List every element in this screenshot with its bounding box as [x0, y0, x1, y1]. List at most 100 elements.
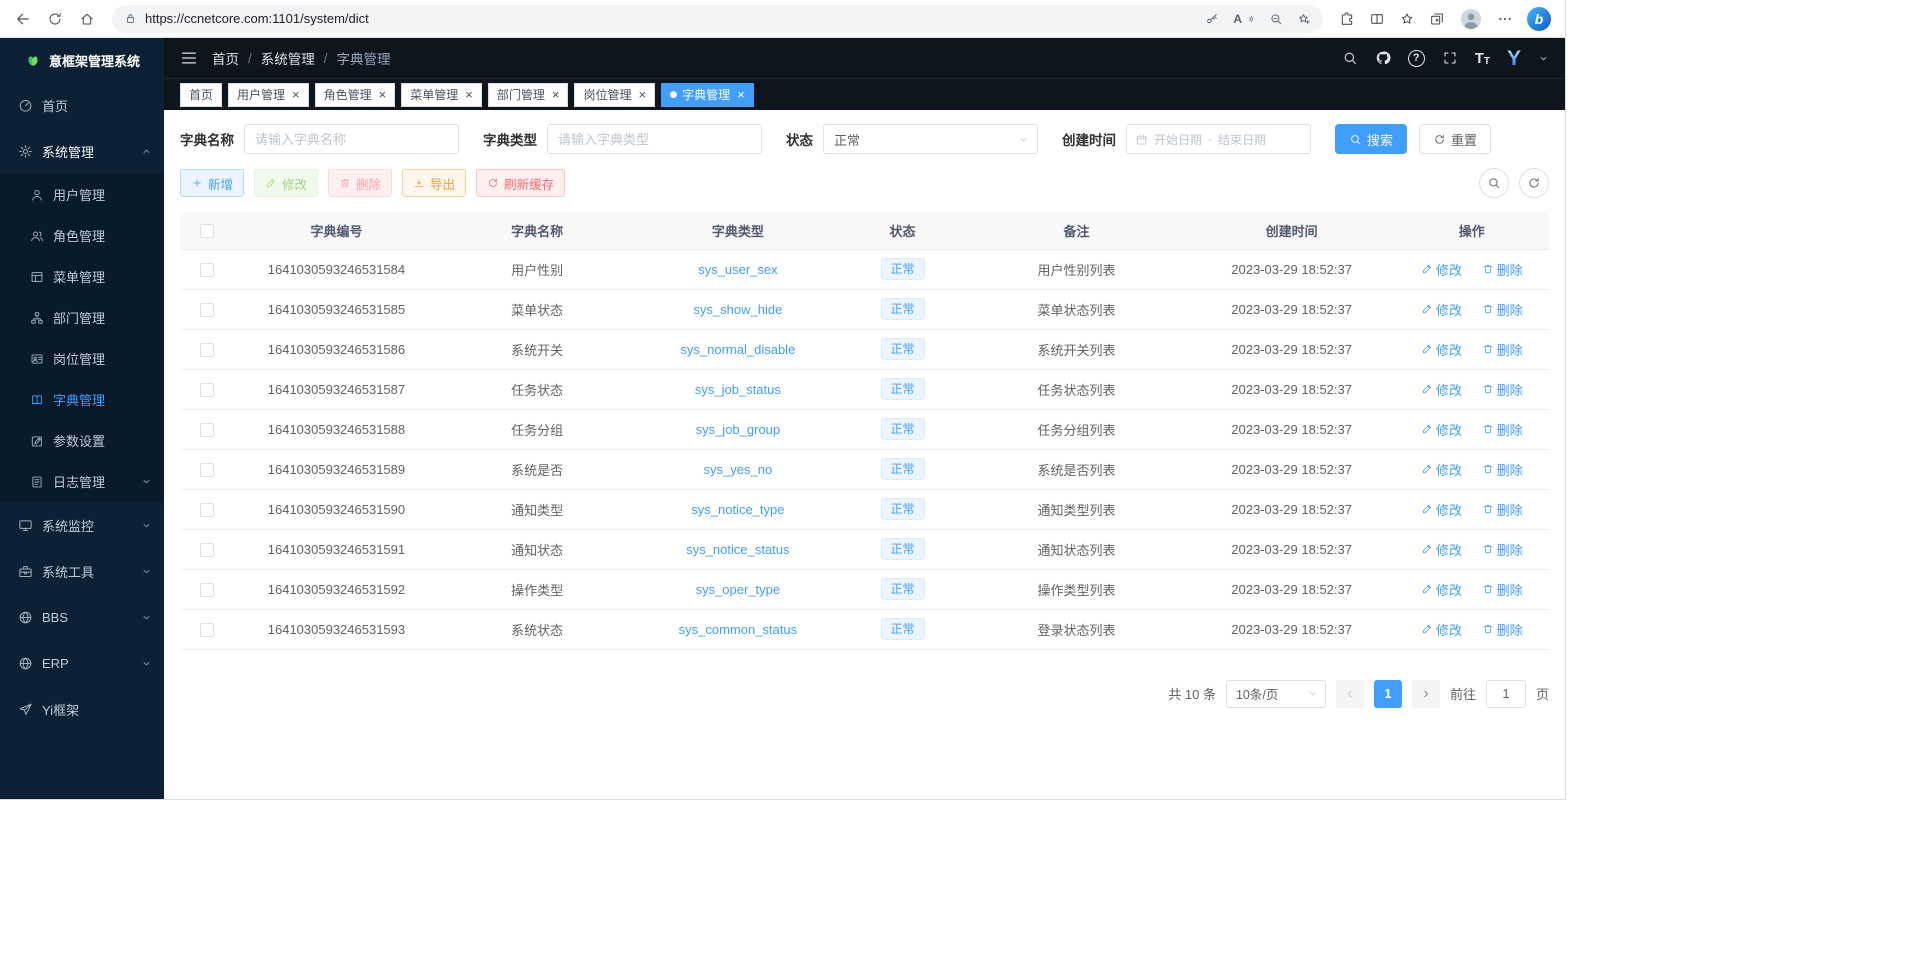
tab-close-icon[interactable]: × — [737, 88, 745, 101]
add-favorite-icon[interactable] — [1297, 12, 1311, 26]
dict-type-link[interactable]: sys_notice_type — [691, 502, 784, 517]
tab-close-icon[interactable]: × — [379, 88, 387, 101]
chevron-down-icon[interactable] — [1538, 53, 1549, 64]
sidebar-item-erp[interactable]: ERP — [0, 640, 164, 686]
read-aloud-icon[interactable]: A — [1233, 12, 1255, 26]
tab[interactable]: 菜单管理 × — [401, 83, 482, 107]
delete-link[interactable]: 删除 — [1482, 260, 1523, 279]
status-select[interactable]: 正常 — [823, 124, 1038, 154]
edit-button[interactable]: 修改 — [254, 169, 318, 197]
delete-link[interactable]: 删除 — [1482, 580, 1523, 599]
edit-link[interactable]: 修改 — [1421, 580, 1462, 599]
sidebar-item-user[interactable]: 用户管理 — [0, 174, 164, 215]
reset-button[interactable]: 重置 — [1419, 124, 1491, 154]
dict-type-link[interactable]: sys_yes_no — [704, 462, 773, 477]
dict-type-link[interactable]: sys_notice_status — [686, 542, 789, 557]
dict-name-input[interactable] — [244, 124, 459, 154]
delete-link[interactable]: 删除 — [1482, 420, 1523, 439]
refresh-button[interactable] — [40, 4, 70, 34]
edit-link[interactable]: 修改 — [1421, 340, 1462, 359]
font-size-icon[interactable]: TT — [1475, 50, 1490, 67]
goto-page-input[interactable] — [1486, 680, 1526, 708]
tab[interactable]: 部门管理 × — [488, 83, 569, 107]
row-checkbox[interactable] — [200, 343, 214, 357]
row-checkbox[interactable] — [200, 303, 214, 317]
dict-type-link[interactable]: sys_common_status — [679, 622, 798, 637]
search-button[interactable]: 搜索 — [1335, 124, 1407, 154]
tab[interactable]: 角色管理 × — [315, 83, 396, 107]
row-checkbox[interactable] — [200, 263, 214, 277]
sidebar-item-dict[interactable]: 字典管理 — [0, 379, 164, 420]
toggle-search-button[interactable] — [1479, 168, 1509, 198]
edit-link[interactable]: 修改 — [1421, 500, 1462, 519]
zoom-icon[interactable] — [1269, 12, 1283, 26]
fullscreen-icon[interactable] — [1442, 50, 1458, 66]
dict-type-link[interactable]: sys_oper_type — [696, 582, 781, 597]
tab[interactable]: 首页 — [180, 83, 222, 107]
refresh-table-button[interactable] — [1519, 168, 1549, 198]
tab[interactable]: 用户管理 × — [228, 83, 309, 107]
page-size-select[interactable]: 10条/页 — [1226, 680, 1326, 708]
delete-link[interactable]: 删除 — [1482, 380, 1523, 399]
breadcrumb-system[interactable]: 系统管理 — [261, 48, 315, 68]
favorites-icon[interactable] — [1399, 11, 1415, 27]
row-checkbox[interactable] — [200, 383, 214, 397]
sidebar-item-dept[interactable]: 部门管理 — [0, 297, 164, 338]
select-all-checkbox[interactable] — [200, 224, 214, 238]
sidebar-item-tools[interactable]: 系统工具 — [0, 548, 164, 594]
app-logo[interactable]: 意框架管理系统 — [0, 38, 164, 82]
page-number-current[interactable]: 1 — [1374, 680, 1402, 708]
delete-link[interactable]: 删除 — [1482, 500, 1523, 519]
hamburger-icon[interactable] — [180, 49, 198, 67]
sidebar-item-param[interactable]: 参数设置 — [0, 420, 164, 461]
dict-type-link[interactable]: sys_job_group — [696, 422, 781, 437]
collections-icon[interactable] — [1429, 11, 1445, 27]
prev-page-button[interactable] — [1336, 680, 1364, 708]
extensions-icon[interactable] — [1339, 11, 1355, 27]
dict-type-link[interactable]: sys_show_hide — [693, 302, 782, 317]
delete-link[interactable]: 删除 — [1482, 620, 1523, 639]
sidebar-item-post[interactable]: 岗位管理 — [0, 338, 164, 379]
row-checkbox[interactable] — [200, 543, 214, 557]
browser-menu-icon[interactable] — [1497, 11, 1513, 27]
row-checkbox[interactable] — [200, 583, 214, 597]
add-button[interactable]: 新增 — [180, 169, 244, 197]
dict-type-link[interactable]: sys_normal_disable — [680, 342, 795, 357]
export-button[interactable]: 导出 — [402, 169, 466, 197]
user-menu-logo[interactable]: Y — [1507, 48, 1521, 69]
tab-close-icon[interactable]: × — [292, 88, 300, 101]
profile-avatar[interactable] — [1459, 7, 1483, 31]
refresh-cache-button[interactable]: 刷新缓存 — [476, 169, 565, 197]
edit-link[interactable]: 修改 — [1421, 380, 1462, 399]
tab-close-icon[interactable]: × — [552, 88, 560, 101]
edit-link[interactable]: 修改 — [1421, 420, 1462, 439]
github-icon[interactable] — [1375, 50, 1391, 66]
dict-type-link[interactable]: sys_job_status — [695, 382, 781, 397]
dict-type-input[interactable] — [547, 124, 762, 154]
tab[interactable]: 字典管理 × — [661, 83, 754, 107]
edit-link[interactable]: 修改 — [1421, 460, 1462, 479]
sidebar-item-yi[interactable]: Yi框架 — [0, 686, 164, 732]
delete-link[interactable]: 删除 — [1482, 540, 1523, 559]
delete-link[interactable]: 删除 — [1482, 460, 1523, 479]
sidebar-item-log[interactable]: 日志管理 — [0, 461, 164, 502]
tab-close-icon[interactable]: × — [638, 88, 646, 101]
address-bar[interactable]: https://ccnetcore.com:1101/system/dict A — [112, 5, 1323, 33]
dict-type-link[interactable]: sys_user_sex — [698, 262, 777, 277]
date-range-picker[interactable]: 开始日期 - 结束日期 — [1126, 124, 1311, 154]
bing-discover-icon[interactable]: b — [1527, 7, 1551, 31]
sidebar-item-home[interactable]: 首页 — [0, 82, 164, 128]
next-page-button[interactable] — [1412, 680, 1440, 708]
sidebar-item-system[interactable]: 系统管理 — [0, 128, 164, 174]
row-checkbox[interactable] — [200, 423, 214, 437]
row-checkbox[interactable] — [200, 503, 214, 517]
sidebar-item-bbs[interactable]: BBS — [0, 594, 164, 640]
split-screen-icon[interactable] — [1369, 11, 1385, 27]
help-icon[interactable]: ? — [1408, 50, 1425, 67]
search-icon[interactable] — [1342, 50, 1358, 66]
edit-link[interactable]: 修改 — [1421, 620, 1462, 639]
tab-close-icon[interactable]: × — [465, 88, 473, 101]
delete-link[interactable]: 删除 — [1482, 300, 1523, 319]
breadcrumb-home[interactable]: 首页 — [212, 48, 239, 68]
sidebar-item-monitor[interactable]: 系统监控 — [0, 502, 164, 548]
